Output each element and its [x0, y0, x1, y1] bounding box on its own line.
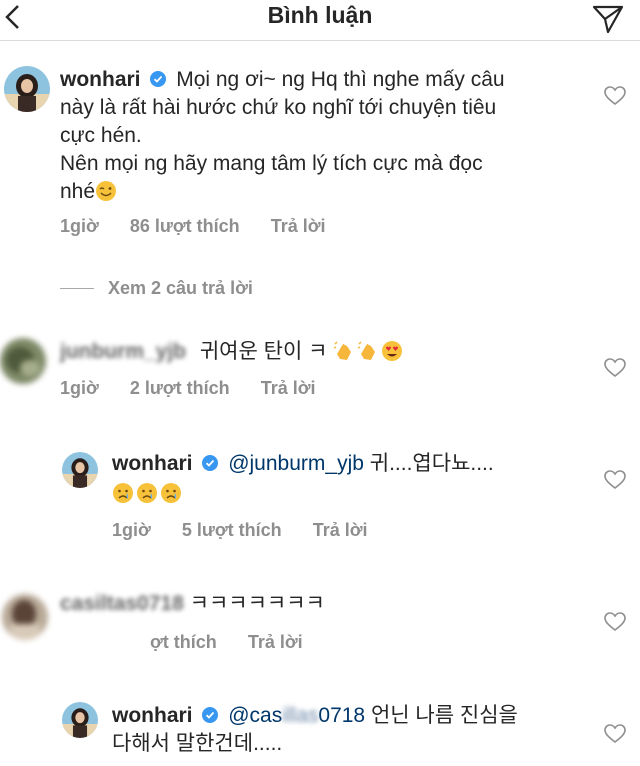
paper-plane-icon[interactable] — [592, 4, 624, 34]
likes-count[interactable]: ợt thích — [150, 632, 217, 652]
heart-outline-icon[interactable] — [604, 724, 626, 744]
comment-time: 1giờ — [60, 216, 99, 236]
avatar[interactable] — [62, 452, 98, 488]
comment-username[interactable]: wonhari — [112, 704, 193, 727]
crying-face-icon — [161, 483, 181, 503]
crying-face-icon — [137, 483, 157, 503]
comment-line: này là rất hài hước chứ ko nghĩ tới chuy… — [60, 96, 497, 119]
comment-text: wonhari Mọi ng ơi~ ng Hq thì nghe mấy câ… — [60, 66, 580, 206]
clapping-hands-icon — [333, 341, 352, 360]
reply-button[interactable]: Trả lời — [313, 520, 368, 540]
reply-button[interactable]: Trả lời — [261, 378, 316, 398]
mention-link[interactable]: @junburm_yjb — [228, 452, 364, 475]
avatar[interactable] — [2, 594, 48, 640]
avatar[interactable] — [62, 702, 98, 738]
avatar[interactable] — [4, 66, 50, 112]
comment-line: 언닌 나름 진심을 — [370, 704, 518, 727]
reply-button[interactable]: Trả lời — [248, 632, 303, 652]
heart-outline-icon[interactable] — [604, 86, 626, 106]
heart-outline-icon[interactable] — [604, 470, 626, 490]
verified-badge-icon — [150, 71, 167, 87]
comment-text: wonhari @casillas0718 언닌 나름 진심을 다해서 말한건데… — [112, 702, 582, 758]
reply-button[interactable]: Trả lời — [271, 216, 326, 236]
avatar[interactable] — [0, 338, 46, 384]
mention-link[interactable]: @cas — [228, 704, 282, 727]
comment-meta: 1giờ 86 lượt thích Trả lời — [60, 216, 352, 237]
comment-meta: ợt thích Trả lời — [150, 632, 329, 653]
verified-badge-icon — [202, 455, 219, 471]
winking-face-icon — [96, 181, 117, 201]
comment-time: 1giờ — [60, 378, 99, 398]
heart-outline-icon[interactable] — [604, 358, 626, 378]
divider — [60, 288, 94, 289]
comment-line: Nên mọi ng hãy mang tâm lý tích cực mà đ… — [60, 152, 483, 175]
page-title: Bình luận — [267, 2, 373, 28]
comment-text: wonhari @junburm_yjb 귀....엽다뇨.... — [112, 450, 582, 508]
comment-username[interactable]: casiltas0718 — [60, 592, 184, 615]
heart-eyes-icon — [382, 341, 403, 361]
comment-time: 1giờ — [112, 520, 151, 540]
verified-badge-icon — [202, 707, 219, 723]
heart-outline-icon[interactable] — [604, 612, 626, 632]
comment-line: 다해서 말한건데..... — [112, 732, 283, 755]
comment-username[interactable]: wonhari — [112, 452, 193, 475]
comment-line: cực hén. — [60, 124, 142, 147]
likes-count[interactable]: 86 lượt thích — [130, 216, 240, 236]
likes-count[interactable]: 5 lượt thích — [182, 520, 282, 540]
clapping-hands-icon — [357, 341, 376, 360]
view-replies-label: Xem 2 câu trả lời — [108, 278, 253, 298]
comment-text: casiltas0718 ㅋㅋㅋㅋㅋㅋㅋ — [60, 590, 580, 618]
crying-face-icon — [113, 483, 133, 503]
comment-line: 귀....엽다뇨.... — [369, 452, 494, 475]
comment-meta: 1giờ 5 lượt thích Trả lời — [112, 520, 394, 541]
comment-line: 귀여운 탄이 ㅋ — [199, 340, 328, 363]
likes-count[interactable]: 2 lượt thích — [130, 378, 230, 398]
comment-meta: 1giờ 2 lượt thích Trả lời — [60, 378, 342, 399]
comment-line: Mọi ng ơi~ ng Hq thì nghe mấy câu — [176, 68, 505, 91]
mention-link-tail[interactable]: 0718 — [318, 704, 365, 727]
comment-line: nhé — [60, 180, 96, 203]
comment-line: ㅋㅋㅋㅋㅋㅋㅋ — [189, 592, 325, 615]
comment-username[interactable]: wonhari — [60, 68, 141, 91]
comment-username[interactable]: junburm_yjb — [60, 340, 186, 363]
comment-text: junburm_yjb 귀여운 탄이 ㅋ — [60, 338, 580, 366]
view-replies-button[interactable]: Xem 2 câu trả lời — [60, 278, 253, 299]
mention-blurred: illas — [282, 704, 319, 727]
